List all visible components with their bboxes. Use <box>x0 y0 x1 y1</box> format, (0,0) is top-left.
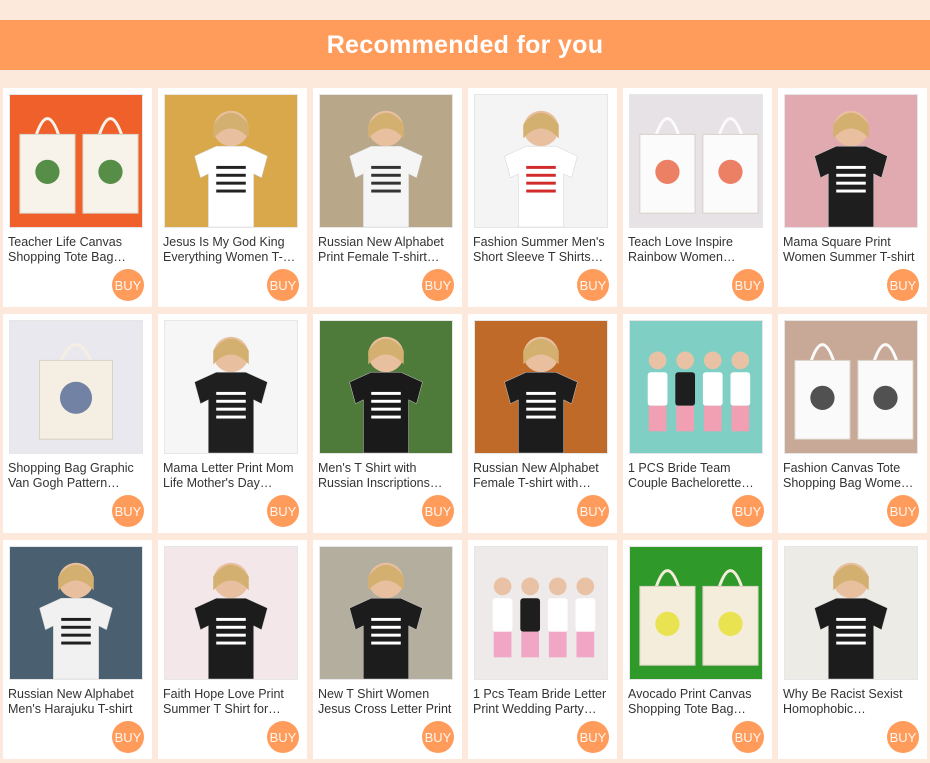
product-image[interactable] <box>784 546 918 680</box>
buy-button[interactable]: BUY <box>112 269 144 301</box>
product-image[interactable] <box>319 94 453 228</box>
product-card[interactable]: Teacher Life Canvas Shopping Tote Bag Wo… <box>3 88 152 307</box>
product-image[interactable] <box>9 94 143 228</box>
product-image[interactable] <box>164 546 298 680</box>
product-card[interactable]: Mama Square Print Women Summer T-shirt BU… <box>778 88 927 307</box>
product-image[interactable] <box>629 320 763 454</box>
product-card[interactable]: Faith Hope Love Print Summer T Shirt for… <box>158 540 307 759</box>
buy-button[interactable]: BUY <box>577 269 609 301</box>
recommended-banner: Recommended for you <box>0 20 930 70</box>
buy-button[interactable]: BUY <box>577 721 609 753</box>
product-image[interactable] <box>629 94 763 228</box>
buy-button[interactable]: BUY <box>267 721 299 753</box>
product-title[interactable]: Faith Hope Love Print Summer T Shirt for… <box>163 687 297 717</box>
product-image[interactable] <box>784 320 918 454</box>
product-title[interactable]: Russian New Alphabet Men's Harajuku T-sh… <box>8 687 142 717</box>
buy-button[interactable]: BUY <box>267 495 299 527</box>
product-card[interactable]: Why Be Racist Sexist Homophobic Transpho… <box>778 540 927 759</box>
buy-button[interactable]: BUY <box>887 495 919 527</box>
product-card[interactable]: Russian New Alphabet Female T-shirt with… <box>468 314 617 533</box>
buy-button[interactable]: BUY <box>887 721 919 753</box>
banner-title: Recommended for you <box>326 30 604 59</box>
product-image[interactable] <box>164 94 298 228</box>
product-card[interactable]: Russian New Alphabet Men's Harajuku T-sh… <box>3 540 152 759</box>
product-card[interactable]: New T Shirt Women Jesus Cross Letter Pri… <box>313 540 462 759</box>
product-card[interactable]: Jesus Is My God King Everything Women T-… <box>158 88 307 307</box>
buy-button[interactable]: BUY <box>577 495 609 527</box>
buy-button[interactable]: BUY <box>732 721 764 753</box>
product-title[interactable]: Teach Love Inspire Rainbow Women Canvas … <box>628 235 762 265</box>
product-title[interactable]: Avocado Print Canvas Shopping Tote Bag W… <box>628 687 762 717</box>
buy-button[interactable]: BUY <box>422 269 454 301</box>
product-title[interactable]: Fashion Canvas Tote Shopping Bag Women B… <box>783 461 917 491</box>
product-title[interactable]: Russian New Alphabet Print Female T-shir… <box>318 235 452 265</box>
product-card[interactable]: Teach Love Inspire Rainbow Women Canvas … <box>623 88 772 307</box>
product-card[interactable]: 1 PCS Bride Team Couple Bachelorette Par… <box>623 314 772 533</box>
product-image[interactable] <box>474 94 608 228</box>
product-card[interactable]: Russian New Alphabet Print Female T-shir… <box>313 88 462 307</box>
product-title[interactable]: Why Be Racist Sexist Homophobic Transpho… <box>783 687 917 717</box>
product-card[interactable]: Shopping Bag Graphic Van Gogh Pattern Ca… <box>3 314 152 533</box>
product-image[interactable] <box>319 320 453 454</box>
product-card[interactable]: Avocado Print Canvas Shopping Tote Bag W… <box>623 540 772 759</box>
buy-button[interactable]: BUY <box>422 721 454 753</box>
product-image[interactable] <box>474 320 608 454</box>
product-title[interactable]: New T Shirt Women Jesus Cross Letter Pri… <box>318 687 452 717</box>
product-image[interactable] <box>474 546 608 680</box>
product-image[interactable] <box>629 546 763 680</box>
product-card[interactable]: Men's T Shirt with Russian Inscriptions … <box>313 314 462 533</box>
buy-button[interactable]: BUY <box>267 269 299 301</box>
product-image[interactable] <box>319 546 453 680</box>
product-title[interactable]: Fashion Summer Men's Short Sleeve T Shir… <box>473 235 607 265</box>
product-card[interactable]: Mama Letter Print Mom Life Mother's Day … <box>158 314 307 533</box>
product-title[interactable]: Russian New Alphabet Female T-shirt with… <box>473 461 607 491</box>
product-title[interactable]: Shopping Bag Graphic Van Gogh Pattern Ca… <box>8 461 142 491</box>
product-title[interactable]: Men's T Shirt with Russian Inscriptions … <box>318 461 452 491</box>
product-title[interactable]: Teacher Life Canvas Shopping Tote Bag Wo… <box>8 235 142 265</box>
product-image[interactable] <box>164 320 298 454</box>
product-title[interactable]: Mama Letter Print Mom Life Mother's Day … <box>163 461 297 491</box>
product-title[interactable]: Mama Square Print Women Summer T-shirt <box>783 235 917 265</box>
buy-button[interactable]: BUY <box>887 269 919 301</box>
buy-button[interactable]: BUY <box>112 495 144 527</box>
product-image[interactable] <box>784 94 918 228</box>
product-image[interactable] <box>9 546 143 680</box>
buy-button[interactable]: BUY <box>732 495 764 527</box>
product-image[interactable] <box>9 320 143 454</box>
product-card[interactable]: Fashion Summer Men's Short Sleeve T Shir… <box>468 88 617 307</box>
product-title[interactable]: 1 Pcs Team Bride Letter Print Wedding Pa… <box>473 687 607 717</box>
product-card[interactable]: 1 Pcs Team Bride Letter Print Wedding Pa… <box>468 540 617 759</box>
buy-button[interactable]: BUY <box>732 269 764 301</box>
product-card[interactable]: Fashion Canvas Tote Shopping Bag Women B… <box>778 314 927 533</box>
product-title[interactable]: Jesus Is My God King Everything Women T-… <box>163 235 297 265</box>
buy-button[interactable]: BUY <box>112 721 144 753</box>
product-title[interactable]: 1 PCS Bride Team Couple Bachelorette Par… <box>628 461 762 491</box>
buy-button[interactable]: BUY <box>422 495 454 527</box>
